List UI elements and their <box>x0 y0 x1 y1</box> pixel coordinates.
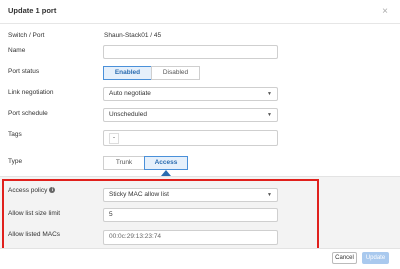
tags-input[interactable]: - <box>103 130 278 146</box>
type-access[interactable]: Access <box>144 156 188 170</box>
port-status-enabled[interactable]: Enabled <box>103 66 152 80</box>
link-negotiation-value: Auto negotiate <box>109 90 151 97</box>
link-negotiation-select[interactable]: Auto negotiate ▼ <box>103 87 278 101</box>
name-label: Name <box>8 47 26 54</box>
port-schedule-select[interactable]: Unscheduled ▼ <box>103 108 278 122</box>
cancel-button[interactable]: Cancel <box>332 252 357 264</box>
modal-title: Update 1 port <box>8 6 57 15</box>
port-status-disabled[interactable]: Disabled <box>151 66 200 80</box>
tags-value: - <box>109 133 119 144</box>
port-schedule-value: Unscheduled <box>109 111 147 118</box>
name-input[interactable] <box>103 45 278 59</box>
type-trunk[interactable]: Trunk <box>103 156 145 170</box>
chevron-down-icon: ▼ <box>267 112 272 118</box>
switch-port-label: Switch / Port <box>8 32 45 39</box>
link-negotiation-label: Link negotiation <box>8 89 54 96</box>
switch-port-value: Shaun-Stack01 / 45 <box>104 32 162 39</box>
close-icon[interactable]: × <box>380 7 390 17</box>
chevron-down-icon: ▼ <box>267 91 272 97</box>
type-label: Type <box>8 158 23 165</box>
port-schedule-label: Port schedule <box>8 110 48 117</box>
update-port-modal: Update 1 port × Switch / Port Shaun-Stac… <box>0 0 400 269</box>
port-status-label: Port status <box>8 68 40 75</box>
modal-header: Update 1 port × <box>0 0 400 24</box>
update-button[interactable]: Update <box>362 252 389 264</box>
tags-label: Tags <box>8 131 22 138</box>
